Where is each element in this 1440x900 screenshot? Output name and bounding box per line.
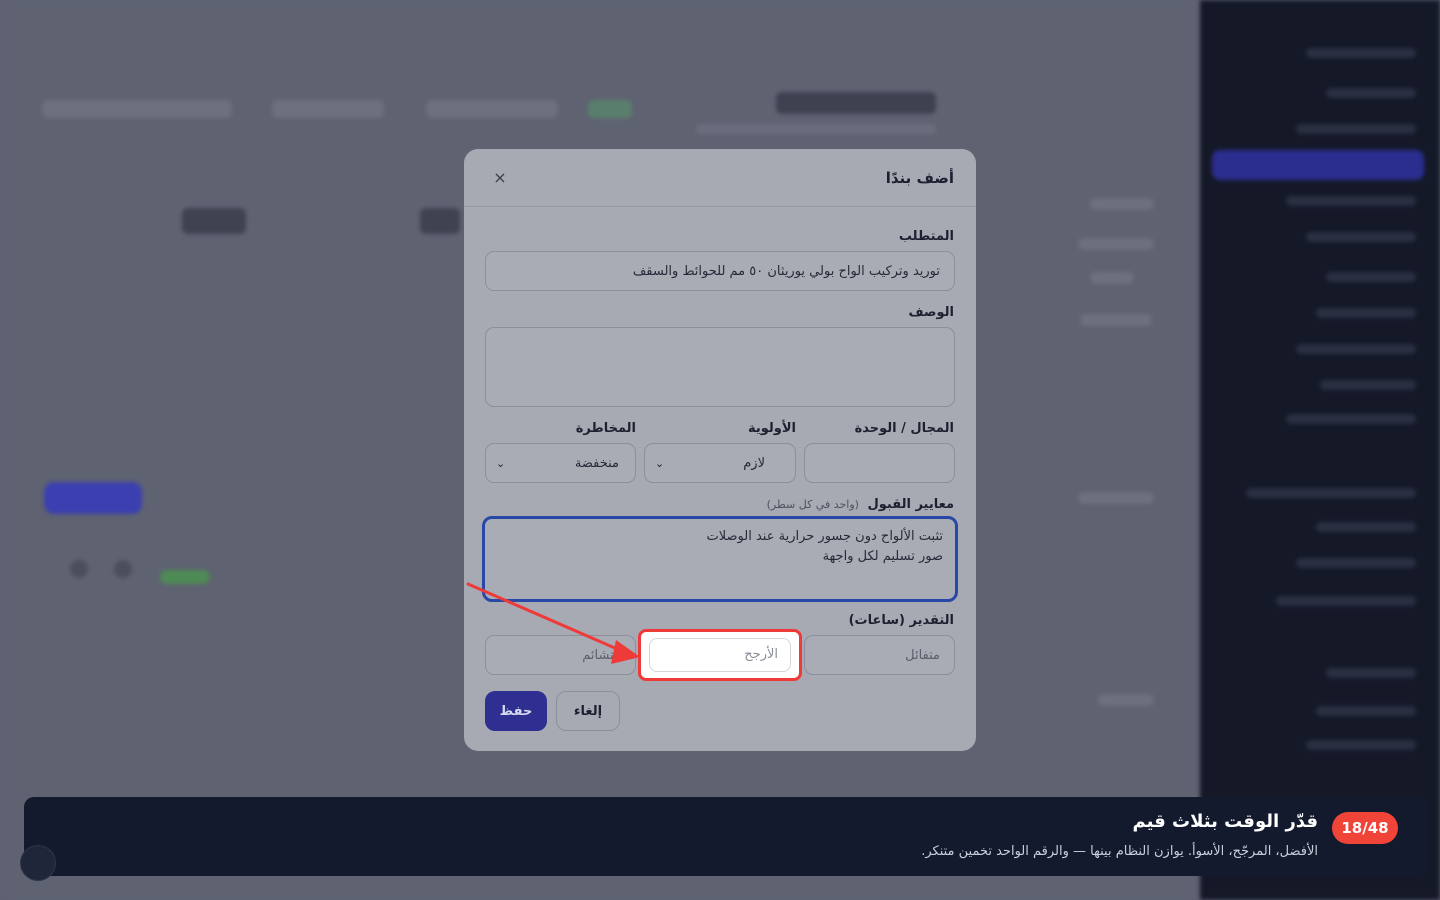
side-panel-line [1080, 314, 1152, 326]
acceptance-criteria-hint: (واحد في كل سطر) [766, 498, 859, 511]
primary-button-blurred [44, 482, 142, 514]
estimate-pessimistic-placeholder: متشائم [582, 647, 621, 663]
criteria-line: صور تسليم لكل واجهة [822, 549, 943, 564]
priority-select[interactable]: لازم ⌄ [644, 443, 796, 483]
sidebar-item [1306, 740, 1416, 750]
dialog-title: أضف بندًا [885, 168, 954, 187]
sidebar-item [1286, 196, 1416, 206]
side-panel-line [1078, 492, 1154, 504]
sidebar-item [1326, 668, 1416, 678]
sidebar-item-active [1212, 150, 1424, 180]
priority-selected-value: لازم [743, 455, 765, 471]
page-title-blurred [776, 92, 936, 114]
tour-step-badge: 18/48 [1332, 812, 1398, 844]
requirement-label: المتطلب [898, 229, 954, 244]
side-panel-line [1098, 694, 1154, 706]
acceptance-criteria-textarea[interactable]: تثبت الألواح دون جسور حرارية عند الوصلات… [482, 516, 958, 602]
domain-label: المجال / الوحدة [854, 421, 954, 436]
dialog-header: أضف بندًا × [464, 149, 976, 207]
criteria-line: تثبت الألواح دون جسور حرارية عند الوصلات [706, 529, 943, 544]
help-icon[interactable] [20, 845, 56, 881]
sidebar-item [1276, 596, 1416, 606]
sidebar-item [1296, 344, 1416, 354]
cancel-button[interactable]: إلغاء [556, 691, 620, 731]
toolbar-chip [426, 100, 558, 118]
sidebar-item [1316, 706, 1416, 716]
toolbar-chip [588, 100, 632, 118]
sidebar-item [1296, 558, 1416, 568]
side-panel-line [1090, 272, 1134, 284]
requirement-input[interactable]: توريد وتركيب الواح بولي يوريثان ٥٠ مم لل… [485, 251, 955, 291]
estimate-label: التقدير (ساعات) [848, 613, 954, 628]
side-panel-line [1078, 238, 1154, 250]
acceptance-criteria-label: معايير القبول (واحد في كل سطر) [767, 497, 954, 512]
sidebar-item [1306, 48, 1416, 58]
sidebar-item [1306, 232, 1416, 242]
sidebar-item [1326, 88, 1416, 98]
risk-select[interactable]: منخفضة ⌄ [485, 443, 636, 483]
description-label: الوصف [908, 305, 954, 320]
tour-title: قدّر الوقت بثلاث قيم [1132, 811, 1318, 832]
acceptance-criteria-label-text: معايير القبول [867, 497, 955, 512]
estimate-optimistic-placeholder: متفائل [905, 647, 940, 663]
risk-label: المخاطرة [575, 421, 636, 436]
description-textarea[interactable] [485, 327, 955, 407]
sidebar [1200, 0, 1440, 900]
save-button[interactable]: حفظ [485, 691, 547, 731]
stat-value [420, 208, 460, 234]
side-panel-line [1090, 198, 1154, 210]
toolbar-chip [272, 100, 384, 118]
priority-label: الأولوية [747, 421, 796, 436]
chevron-down-icon: ⌄ [655, 456, 665, 470]
estimate-pessimistic-input[interactable]: متشائم [485, 635, 636, 675]
toolbar-chip [42, 100, 232, 118]
estimate-likely-placeholder: الأرجح [744, 647, 778, 662]
icon-dot [70, 560, 88, 578]
page-subtitle-blurred [696, 124, 936, 134]
sidebar-item [1296, 124, 1416, 134]
estimate-optimistic-input[interactable]: متفائل [804, 635, 955, 675]
close-icon[interactable]: × [488, 166, 512, 190]
sidebar-item [1316, 308, 1416, 318]
sidebar-item [1316, 522, 1416, 532]
sidebar-item [1320, 380, 1416, 390]
tour-highlight-frame: الأرجح [638, 629, 802, 681]
chevron-down-icon: ⌄ [496, 456, 506, 470]
risk-selected-value: منخفضة [574, 455, 619, 471]
status-badge [160, 570, 210, 584]
sidebar-item [1246, 488, 1416, 498]
domain-input[interactable] [804, 443, 955, 483]
sidebar-item [1286, 414, 1416, 424]
stat-value [182, 208, 246, 234]
estimate-likely-input[interactable]: الأرجح [649, 638, 791, 672]
sidebar-item [1326, 272, 1416, 282]
tour-description: الأفضل، المرجّح، الأسوأ. يوازن النظام بي… [921, 844, 1318, 859]
tour-banner: 18/48 قدّر الوقت بثلاث قيم الأفضل، المرج… [24, 797, 1428, 876]
icon-dot [114, 560, 132, 578]
